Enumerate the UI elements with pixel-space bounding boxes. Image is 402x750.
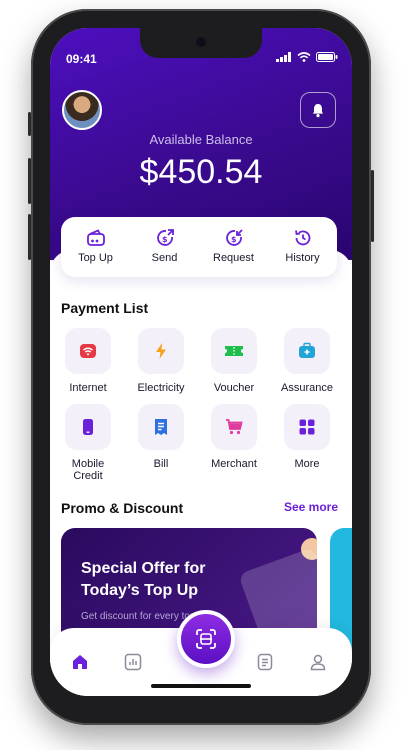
promo-card-title: Special Offer for Today’s Top Up xyxy=(81,560,206,599)
phone-icon xyxy=(83,419,93,435)
payment-bill[interactable]: Bill xyxy=(126,404,196,470)
top-up-button[interactable]: Top Up xyxy=(61,217,130,277)
send-label: Send xyxy=(151,252,178,264)
electricity-label: Electricity xyxy=(137,382,185,394)
wifi-status-icon xyxy=(297,52,311,62)
status-time: 09:41 xyxy=(66,52,97,66)
notch xyxy=(140,28,262,58)
scan-icon xyxy=(196,629,216,649)
history-label: History xyxy=(285,252,320,264)
signal-icon xyxy=(276,52,291,62)
svg-text:$: $ xyxy=(162,235,168,244)
payment-assurance[interactable]: Assurance xyxy=(272,328,342,394)
power-button xyxy=(371,170,374,242)
payment-voucher[interactable]: Voucher xyxy=(199,328,269,394)
history-icon xyxy=(294,230,310,246)
avatar[interactable] xyxy=(62,90,102,130)
payment-internet[interactable]: Internet xyxy=(53,328,123,394)
ticket-icon xyxy=(225,346,243,356)
notification-button[interactable] xyxy=(300,92,336,128)
top-up-label: Top Up xyxy=(78,252,113,264)
svg-text:$: $ xyxy=(231,235,237,244)
mobile-credit-tile xyxy=(65,404,111,450)
merchant-label: Merchant xyxy=(211,458,257,470)
profile-icon[interactable] xyxy=(308,652,328,672)
payment-list-title: Payment List xyxy=(61,300,149,316)
bell-icon xyxy=(312,104,324,118)
see-more-link[interactable]: See more xyxy=(284,500,338,514)
camera xyxy=(196,37,206,47)
assurance-label: Assurance xyxy=(281,382,333,394)
voucher-label: Voucher xyxy=(213,382,255,394)
assurance-tile xyxy=(284,328,330,374)
request-money-icon: $ xyxy=(225,229,243,246)
bill-label: Bill xyxy=(153,458,169,470)
cart-icon xyxy=(226,419,243,435)
more-label: More xyxy=(294,458,320,470)
home-indicator xyxy=(151,684,251,688)
more-tile xyxy=(284,404,330,450)
history-button[interactable]: History xyxy=(268,217,337,277)
volume-up-button xyxy=(28,158,31,204)
app-screen: 09:41 Available Balance $450.54 Top Up $… xyxy=(50,28,352,696)
scan-button[interactable] xyxy=(177,610,235,668)
wifi-icon xyxy=(80,344,96,358)
payment-electricity[interactable]: Electricity xyxy=(126,328,196,394)
payment-mobile-credit[interactable]: Mobile Credit xyxy=(53,404,123,482)
bill-icon xyxy=(155,419,167,435)
payment-more[interactable]: More xyxy=(272,404,342,470)
battery-icon xyxy=(316,52,338,62)
merchant-tile xyxy=(211,404,257,450)
promo-section-title: Promo & Discount xyxy=(61,500,184,516)
medical-kit-icon xyxy=(299,342,315,358)
wallet-icon xyxy=(86,229,105,246)
bill-tile xyxy=(138,404,184,450)
internet-tile xyxy=(65,328,111,374)
voucher-tile xyxy=(211,328,257,374)
electricity-tile xyxy=(138,328,184,374)
home-icon[interactable] xyxy=(70,652,90,672)
balance-amount: $450.54 xyxy=(139,153,263,191)
volume-down-button xyxy=(28,214,31,260)
request-label: Request xyxy=(213,252,254,264)
send-money-icon: $ xyxy=(156,229,174,246)
lightning-icon xyxy=(156,343,166,359)
transactions-icon[interactable] xyxy=(255,652,275,672)
mute-switch xyxy=(28,112,31,136)
grid-icon xyxy=(299,419,315,435)
request-button[interactable]: $ Request xyxy=(199,217,268,277)
quick-actions: Top Up $ Send $ Request History xyxy=(61,217,337,277)
internet-label: Internet xyxy=(69,382,107,394)
status-icons xyxy=(276,52,338,62)
mobile-credit-label: Mobile Credit xyxy=(71,458,105,482)
send-button[interactable]: $ Send xyxy=(130,217,199,277)
payment-merchant[interactable]: Merchant xyxy=(199,404,269,470)
balance-label: Available Balance xyxy=(149,132,253,147)
stats-icon[interactable] xyxy=(123,652,143,672)
